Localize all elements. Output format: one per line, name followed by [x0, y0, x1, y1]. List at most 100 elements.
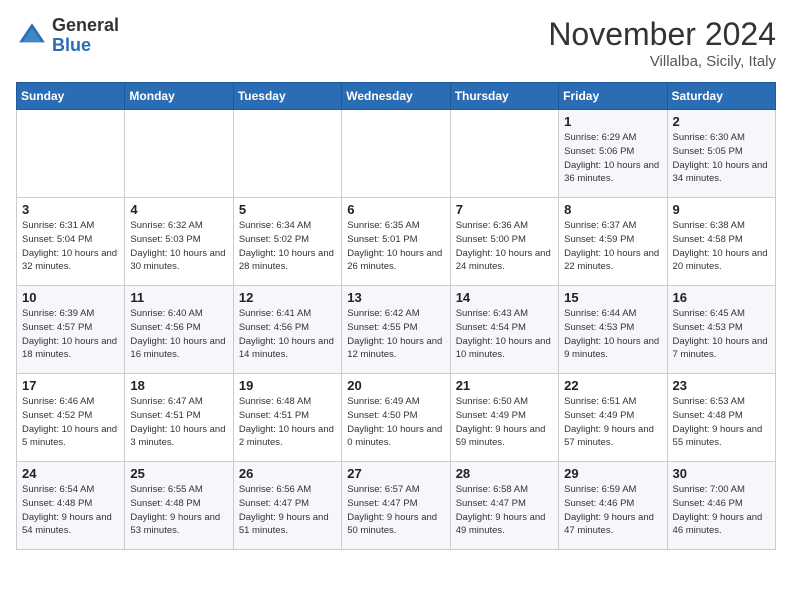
day-info: Sunrise: 6:31 AM Sunset: 5:04 PM Dayligh… — [22, 219, 119, 274]
calendar-day-cell: 1 Sunrise: 6:29 AM Sunset: 5:06 PM Daylig… — [559, 110, 667, 198]
calendar-table: SundayMondayTuesdayWednesdayThursdayFrid… — [16, 82, 776, 550]
day-number: 24 — [22, 466, 119, 481]
calendar-day-cell: 12Sunrise: 6:41 AM Sunset: 4:56 PM Dayli… — [233, 286, 341, 374]
day-number: 18 — [130, 378, 227, 393]
calendar-day-cell: 10 Sunrise: 6:39 AM Sunset: 4:57 PM Dayli… — [17, 286, 125, 374]
day-number: 27 — [347, 466, 444, 481]
title-block: November 2024 Villalba, Sicily, Italy — [548, 16, 776, 70]
day-header-friday: Friday — [559, 83, 667, 110]
day-number: 11 — [130, 290, 227, 305]
calendar-day-cell: 28 Sunrise: 6:58 AM Sunset: 4:47 PM Dayli… — [450, 462, 558, 550]
calendar-day-cell: 16Sunrise: 6:45 AM Sunset: 4:53 PM Dayli… — [667, 286, 775, 374]
calendar-day-cell: 4 Sunrise: 6:32 AM Sunset: 5:03 PM Daylig… — [125, 198, 233, 286]
calendar-day-cell: 15 Sunrise: 6:44 AM Sunset: 4:53 PM Dayli… — [559, 286, 667, 374]
calendar-day-cell: 2 Sunrise: 6:30 AM Sunset: 5:05 PM Daylig… — [667, 110, 775, 198]
day-info: Sunrise: 6:49 AM Sunset: 4:50 PM Dayligh… — [347, 395, 444, 450]
day-number: 25 — [130, 466, 227, 481]
day-number: 30 — [673, 466, 770, 481]
day-info: Sunrise: 6:30 AM Sunset: 5:05 PM Dayligh… — [673, 131, 770, 186]
calendar-day-cell: 11 Sunrise: 6:40 AM Sunset: 4:56 PM Dayli… — [125, 286, 233, 374]
day-info: Sunrise: 6:29 AM Sunset: 5:06 PM Dayligh… — [564, 131, 661, 186]
location: Villalba, Sicily, Italy — [548, 53, 776, 70]
day-header-saturday: Saturday — [667, 83, 775, 110]
day-info: Sunrise: 6:35 AM Sunset: 5:01 PM Dayligh… — [347, 219, 444, 274]
calendar-week-row: 1 Sunrise: 6:29 AM Sunset: 5:06 PM Daylig… — [17, 110, 776, 198]
day-info: Sunrise: 6:41 AM Sunset: 4:56 PM Dayligh… — [239, 307, 336, 362]
calendar-day-cell: 25 Sunrise: 6:55 AM Sunset: 4:48 PM Dayli… — [125, 462, 233, 550]
day-info: Sunrise: 7:00 AM Sunset: 4:46 PM Dayligh… — [673, 483, 770, 538]
day-number: 6 — [347, 202, 444, 217]
calendar-day-cell: 29 Sunrise: 6:59 AM Sunset: 4:46 PM Dayli… — [559, 462, 667, 550]
calendar-week-row: 17 Sunrise: 6:46 AM Sunset: 4:52 PM Dayli… — [17, 374, 776, 462]
calendar-day-cell: 14 Sunrise: 6:43 AM Sunset: 4:54 PM Dayli… — [450, 286, 558, 374]
calendar-day-cell: 6 Sunrise: 6:35 AM Sunset: 5:01 PM Daylig… — [342, 198, 450, 286]
calendar-day-cell: 23 Sunrise: 6:53 AM Sunset: 4:48 PM Dayli… — [667, 374, 775, 462]
calendar-day-cell: 17 Sunrise: 6:46 AM Sunset: 4:52 PM Dayli… — [17, 374, 125, 462]
day-number: 1 — [564, 114, 661, 129]
day-header-wednesday: Wednesday — [342, 83, 450, 110]
day-info: Sunrise: 6:42 AM Sunset: 4:55 PM Dayligh… — [347, 307, 444, 362]
calendar-day-cell — [125, 110, 233, 198]
calendar-day-cell: 5 Sunrise: 6:34 AM Sunset: 5:02 PM Daylig… — [233, 198, 341, 286]
day-number: 7 — [456, 202, 553, 217]
calendar-day-cell — [450, 110, 558, 198]
month-title: November 2024 — [548, 16, 776, 53]
calendar-day-cell: 26Sunrise: 6:56 AM Sunset: 4:47 PM Dayli… — [233, 462, 341, 550]
day-number: 2 — [673, 114, 770, 129]
calendar-week-row: 3 Sunrise: 6:31 AM Sunset: 5:04 PM Daylig… — [17, 198, 776, 286]
day-info: Sunrise: 6:57 AM Sunset: 4:47 PM Dayligh… — [347, 483, 444, 538]
day-info: Sunrise: 6:48 AM Sunset: 4:51 PM Dayligh… — [239, 395, 336, 450]
day-info: Sunrise: 6:53 AM Sunset: 4:48 PM Dayligh… — [673, 395, 770, 450]
calendar-week-row: 24Sunrise: 6:54 AM Sunset: 4:48 PM Dayli… — [17, 462, 776, 550]
day-number: 19 — [239, 378, 336, 393]
day-number: 15 — [564, 290, 661, 305]
calendar-week-row: 10 Sunrise: 6:39 AM Sunset: 4:57 PM Dayli… — [17, 286, 776, 374]
day-info: Sunrise: 6:38 AM Sunset: 4:58 PM Dayligh… — [673, 219, 770, 274]
calendar-day-cell: 18 Sunrise: 6:47 AM Sunset: 4:51 PM Dayli… — [125, 374, 233, 462]
day-number: 10 — [22, 290, 119, 305]
day-info: Sunrise: 6:55 AM Sunset: 4:48 PM Dayligh… — [130, 483, 227, 538]
day-info: Sunrise: 6:46 AM Sunset: 4:52 PM Dayligh… — [22, 395, 119, 450]
calendar-day-cell: 13 Sunrise: 6:42 AM Sunset: 4:55 PM Dayli… — [342, 286, 450, 374]
logo-general: General — [52, 15, 119, 35]
day-info: Sunrise: 6:36 AM Sunset: 5:00 PM Dayligh… — [456, 219, 553, 274]
day-info: Sunrise: 6:59 AM Sunset: 4:46 PM Dayligh… — [564, 483, 661, 538]
calendar-day-cell: 22 Sunrise: 6:51 AM Sunset: 4:49 PM Dayli… — [559, 374, 667, 462]
day-header-monday: Monday — [125, 83, 233, 110]
calendar-day-cell: 27 Sunrise: 6:57 AM Sunset: 4:47 PM Dayli… — [342, 462, 450, 550]
day-info: Sunrise: 6:32 AM Sunset: 5:03 PM Dayligh… — [130, 219, 227, 274]
day-number: 3 — [22, 202, 119, 217]
day-info: Sunrise: 6:44 AM Sunset: 4:53 PM Dayligh… — [564, 307, 661, 362]
day-number: 5 — [239, 202, 336, 217]
day-header-thursday: Thursday — [450, 83, 558, 110]
calendar-day-cell: 8Sunrise: 6:37 AM Sunset: 4:59 PM Daylig… — [559, 198, 667, 286]
day-info: Sunrise: 6:39 AM Sunset: 4:57 PM Dayligh… — [22, 307, 119, 362]
day-header-tuesday: Tuesday — [233, 83, 341, 110]
day-info: Sunrise: 6:58 AM Sunset: 4:47 PM Dayligh… — [456, 483, 553, 538]
day-number: 29 — [564, 466, 661, 481]
day-info: Sunrise: 6:34 AM Sunset: 5:02 PM Dayligh… — [239, 219, 336, 274]
calendar-day-cell — [233, 110, 341, 198]
day-number: 20 — [347, 378, 444, 393]
day-number: 13 — [347, 290, 444, 305]
day-number: 17 — [22, 378, 119, 393]
day-info: Sunrise: 6:45 AM Sunset: 4:53 PM Dayligh… — [673, 307, 770, 362]
logo-blue: Blue — [52, 35, 91, 55]
day-number: 23 — [673, 378, 770, 393]
day-header-sunday: Sunday — [17, 83, 125, 110]
logo: General Blue — [16, 16, 119, 56]
day-number: 22 — [564, 378, 661, 393]
day-info: Sunrise: 6:43 AM Sunset: 4:54 PM Dayligh… — [456, 307, 553, 362]
calendar-day-cell: 21Sunrise: 6:50 AM Sunset: 4:49 PM Dayli… — [450, 374, 558, 462]
day-number: 9 — [673, 202, 770, 217]
day-info: Sunrise: 6:51 AM Sunset: 4:49 PM Dayligh… — [564, 395, 661, 450]
calendar-day-cell: 7 Sunrise: 6:36 AM Sunset: 5:00 PM Daylig… — [450, 198, 558, 286]
day-info: Sunrise: 6:47 AM Sunset: 4:51 PM Dayligh… — [130, 395, 227, 450]
day-number: 4 — [130, 202, 227, 217]
day-info: Sunrise: 6:40 AM Sunset: 4:56 PM Dayligh… — [130, 307, 227, 362]
day-number: 28 — [456, 466, 553, 481]
day-info: Sunrise: 6:50 AM Sunset: 4:49 PM Dayligh… — [456, 395, 553, 450]
calendar-day-cell: 30 Sunrise: 7:00 AM Sunset: 4:46 PM Dayli… — [667, 462, 775, 550]
day-number: 26 — [239, 466, 336, 481]
day-number: 14 — [456, 290, 553, 305]
